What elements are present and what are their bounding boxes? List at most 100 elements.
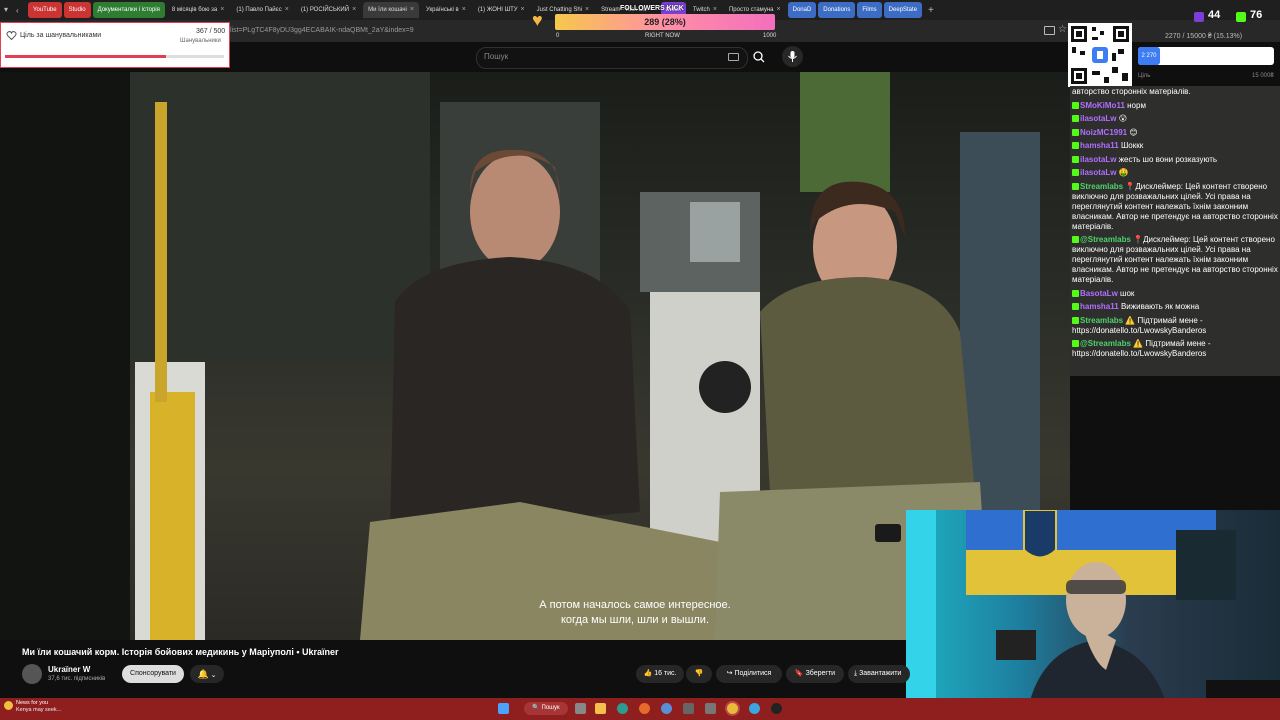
chat-badge-icon: [1072, 289, 1079, 297]
save-label: Зберегти: [805, 670, 836, 677]
chat-message: авторство сторонніх матеріалів.: [1072, 87, 1278, 97]
search-button[interactable]: [748, 47, 770, 67]
browser-icon[interactable]: [661, 703, 672, 714]
close-tab-icon[interactable]: ×: [352, 2, 356, 18]
voice-search-button[interactable]: [782, 46, 803, 67]
browser-tab[interactable]: 8 місяців бою за ×: [167, 2, 229, 18]
browser-tab-label: (1) Павло Пайєс: [236, 7, 282, 13]
webcam-frame: [906, 510, 1280, 720]
chat-message: hamsha11 Виживають як можна: [1072, 302, 1278, 312]
chat-username[interactable]: ilasotaLw: [1080, 168, 1116, 177]
channel-avatar[interactable]: [22, 664, 42, 684]
follower-goal-progress: [5, 55, 166, 58]
donation-goal-badge: 2 270: [1138, 47, 1160, 65]
file-explorer-icon[interactable]: [595, 703, 606, 714]
save-button[interactable]: 🔖 Зберегти: [786, 665, 844, 683]
chat-message: ilasotaLw 🤑: [1072, 168, 1278, 178]
browser-tab[interactable]: Films: [857, 2, 882, 18]
chat-message: SMoKiMo11 норм: [1072, 101, 1278, 111]
chat-badge-icon: [1072, 340, 1079, 348]
close-tab-icon[interactable]: ×: [462, 2, 466, 18]
chat-username[interactable]: @Streamlabs: [1080, 339, 1131, 348]
kick-viewer-count: 76: [1250, 9, 1263, 21]
back-tab-icon[interactable]: ‹: [16, 6, 26, 15]
calculator-icon[interactable]: [683, 703, 694, 714]
download-button[interactable]: ⤓ Завантажити: [848, 665, 910, 683]
address-bar-url[interactable]: list=PLgTC4F8yDU3gg4ECABAIK-ndaQBMt_2aY&…: [230, 27, 414, 34]
obs-icon[interactable]: [771, 703, 782, 714]
cast-icon[interactable]: [1044, 26, 1055, 35]
taskbar-search[interactable]: 🔍 Пошук: [524, 702, 568, 715]
chat-username[interactable]: ilasotaLw: [1080, 114, 1116, 123]
chat-username[interactable]: hamsha11: [1080, 302, 1119, 311]
chat-username[interactable]: Streamlabs: [1080, 182, 1123, 191]
video-title: Ми їли кошачий корм. Історія бойових мед…: [22, 647, 339, 657]
browser-tab[interactable]: DeepState: [883, 2, 923, 18]
dislike-button[interactable]: 👎: [686, 665, 712, 683]
chat-username[interactable]: Streamlabs: [1080, 316, 1123, 325]
browser-tab[interactable]: (1) РОСІЙСЬКИЙ ×: [296, 2, 361, 18]
chat-badge-icon: [1072, 155, 1079, 163]
chat-username[interactable]: SMoKiMo11: [1080, 101, 1125, 110]
follower-goal-sublabel: Шанувальники: [180, 38, 221, 44]
sponsor-button[interactable]: Спонсорувати: [122, 665, 184, 683]
followers-kick-label: FOLLOWERS KICK: [620, 5, 684, 12]
news-widget[interactable]: News for you Kenya may seek...: [16, 700, 61, 714]
browser-tab-label: Studio: [68, 7, 86, 13]
new-tab-icon[interactable]: +: [928, 5, 934, 16]
donation-goal-end-label: 15 000₴: [1252, 73, 1274, 79]
chat-username[interactable]: @Streamlabs: [1080, 235, 1131, 244]
browser-tab-label: (1) ЖОНІ ШТУ: [477, 7, 518, 13]
browser-menu-icon[interactable]: ▾: [4, 5, 14, 15]
close-tab-icon[interactable]: ×: [521, 2, 525, 18]
chat-username[interactable]: NoizMC1991: [1080, 128, 1127, 137]
chat-username[interactable]: BasotaLw: [1080, 289, 1118, 298]
browser-tab[interactable]: Donations: [818, 2, 856, 18]
chat-badge-icon: [1072, 169, 1079, 177]
firefox-icon[interactable]: [639, 703, 650, 714]
bookmark-star-icon[interactable]: ☆: [1058, 24, 1067, 35]
browser-tab-label: DonaD: [792, 7, 812, 13]
chat-text: Шоккк: [1120, 141, 1144, 150]
chat-username[interactable]: ilasotaLw: [1080, 155, 1116, 164]
chrome-icon[interactable]: [727, 703, 738, 714]
streamer-webcam: [906, 510, 1280, 720]
news-title: News for you: [16, 700, 49, 706]
browser-tab-label: Films: [862, 7, 877, 13]
like-button[interactable]: 👍 16 тис.: [636, 665, 684, 683]
browser-tab[interactable]: (1) ЖОНІ ШТУ ×: [473, 2, 530, 18]
browser-tab[interactable]: YouTube: [28, 2, 62, 18]
followers-kick-max: 1000: [763, 33, 777, 39]
telegram-icon[interactable]: [749, 703, 760, 714]
share-button[interactable]: ↪ Поділитися: [716, 665, 782, 683]
browser-tab[interactable]: Ми їли кошачі ×: [363, 2, 419, 18]
microphone-icon: [788, 51, 797, 62]
browser-tab-label: Українські в: [425, 7, 459, 13]
news-widget-icon[interactable]: [4, 701, 13, 710]
browser-tab[interactable]: Studio: [63, 2, 91, 18]
channel-name[interactable]: Ukraїner W: [48, 665, 90, 674]
edge-icon[interactable]: [617, 703, 628, 714]
close-tab-icon[interactable]: ×: [777, 2, 781, 18]
followers-kick-value: 289 (28%): [644, 17, 686, 27]
chat-username[interactable]: hamsha11: [1080, 141, 1119, 150]
browser-tab[interactable]: DonaD: [787, 2, 817, 18]
chat-badge-icon: [1072, 316, 1079, 324]
keyboard-icon[interactable]: [728, 53, 739, 61]
search-input[interactable]: [476, 47, 748, 69]
task-view-icon[interactable]: [575, 703, 586, 714]
start-button-icon[interactable]: [498, 703, 509, 714]
twitch-viewers-icon: [1194, 12, 1204, 22]
notifications-button[interactable]: 🔔 ⌄: [190, 665, 224, 683]
close-tab-icon[interactable]: ×: [410, 2, 414, 18]
channel-subscribers: 37,6 тис. підписників: [48, 676, 106, 682]
thumbs-down-icon: 👎: [694, 670, 704, 677]
bell-icon: 🔔: [197, 669, 209, 679]
browser-tab[interactable]: Документалки і історія: [92, 2, 165, 18]
browser-tab[interactable]: Українські в ×: [421, 2, 471, 18]
browser-tab[interactable]: (1) Павло Пайєс ×: [231, 2, 293, 18]
close-tab-icon[interactable]: ×: [220, 2, 224, 18]
app-grid-icon[interactable]: [705, 703, 716, 714]
news-subtitle: Kenya may seek...: [16, 707, 62, 713]
close-tab-icon[interactable]: ×: [285, 2, 289, 18]
